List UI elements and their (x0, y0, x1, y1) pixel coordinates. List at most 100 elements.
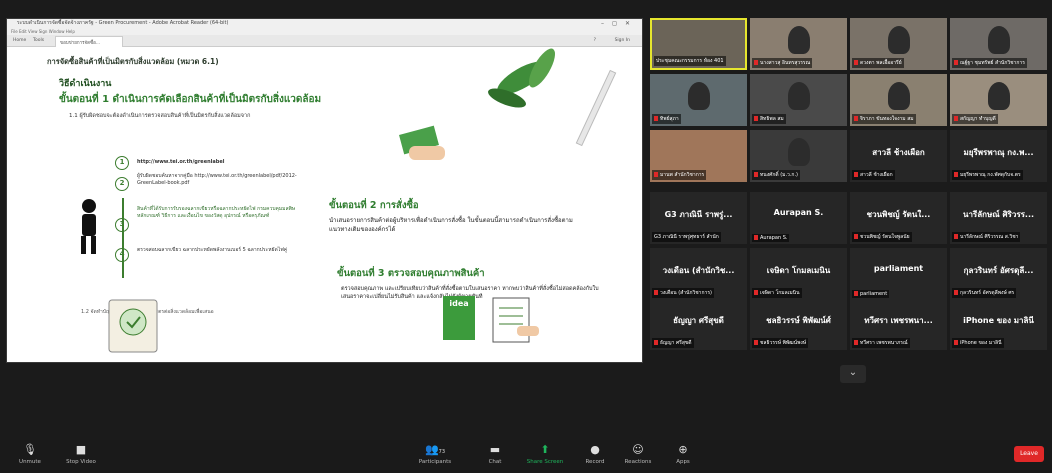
reader-title: ระบบดำเนินการจัดซื้อจัดจ้างภาครัฐ - Gree… (17, 20, 229, 26)
participant-name-text: มยุรีพรพาณุ กง.พัศดุกับจ.ตร (960, 172, 1021, 178)
participant-name: สิทธิพล สม (752, 114, 786, 124)
participant-name: จิราภา ขันทองใจงาม สม (852, 114, 916, 124)
participant-tile[interactable]: วงเดือน (สำนักวิช... วงเดือน (สำนักวิชาก… (650, 248, 747, 300)
item-number-2: 2 (115, 177, 129, 191)
participant-tile[interactable]: ชวนพิชญ์ รัตนใ... ชวนพิชญ์ รัตนใจพูลนัย (850, 192, 947, 244)
participant-name: มานพ สำนักวิชาการ (652, 170, 707, 180)
participant-name: กุลวรินทร์ อัศรดุลีพงษ์ ศร (952, 288, 1017, 298)
participant-tile[interactable]: ทนงศักดิ์ (ม.ว.ก.) (750, 130, 847, 182)
participant-name: ดวงตา พลเอื้ออารีย์ (852, 58, 904, 68)
participant-name: ทิพย์สุภา (652, 114, 681, 124)
thinking-person-icon (81, 199, 96, 254)
participant-name: มยุรีพรพาณุ กง.พัศดุกับจ.ตร (952, 170, 1023, 180)
participant-name: iPhone ของ มาลินี (952, 338, 1004, 348)
reactions-icon: ☺ (632, 443, 644, 456)
participant-display-name: ธัญญา ศรีสุขดี (673, 316, 724, 325)
chevron-down-icon[interactable]: ⌄ (840, 365, 866, 383)
participant-name-text: ทิพย์สุภา (660, 116, 679, 122)
apps-button[interactable]: ⊕ Apps (668, 443, 698, 465)
item-number-4: 4 (115, 248, 129, 262)
participant-tile[interactable]: ชลธิวรรษ์ พิพัฒน์ศ์ ชลธิวรรษ์ พิพัฒน์พงษ… (750, 298, 847, 350)
participant-display-name: ทวีศรา เพชรพนา... (864, 316, 933, 325)
participant-video-icon (788, 138, 810, 166)
item-text-3: สินค้าที่ได้รับการรับรองฉลากเขียวหรือฉลา… (137, 206, 296, 219)
participant-name-text: Aurapan S. (760, 235, 788, 241)
participant-name: นารีลักษณ์ ศิริวรรณ ส.วิชา (952, 232, 1021, 242)
item-text-4: ตรวจสอบฉลากเขียว ฉลากประหยัดพลังงานเบอร์… (137, 247, 288, 253)
mic-muted-icon (754, 290, 758, 295)
tab-home: Home (13, 38, 27, 43)
participants-count: 73 (438, 449, 446, 455)
participant-tile[interactable]: สาวลี ช้างเผือก สาวลี ช้างเผือก (850, 130, 947, 182)
participant-tile[interactable]: ทวีศรา เพชรพนา... ทวีศรา เพชรพนาภรณ์ (850, 298, 947, 350)
participant-tile[interactable]: สิทธิพล สม (750, 74, 847, 126)
participant-display-name: สาวลี ช้างเผือก (872, 148, 925, 157)
apps-label: Apps (676, 459, 690, 465)
participant-name: parliament (852, 290, 890, 298)
participant-tile[interactable]: ดวงตา พลเอื้ออารีย์ (850, 18, 947, 70)
participant-tile[interactable]: parliament parliament (850, 248, 947, 300)
mic-muted-icon (754, 116, 758, 121)
participant-tile[interactable]: เจษิดา โกมลเมนิน เจษิดา โกมลเมนิน (750, 248, 847, 300)
certificate-illustration-icon (108, 299, 158, 353)
record-button[interactable]: ● Record (580, 443, 610, 465)
participants-icon: 👥73 (424, 443, 446, 456)
participant-tile[interactable]: นารีลักษณ์ ศิริวรร... นารีลักษณ์ ศิริวรร… (950, 192, 1047, 244)
stop-video-label: Stop Video (66, 459, 96, 465)
mic-muted-icon (954, 290, 958, 295)
participant-name: สกัญญา ทำบุญดี (952, 114, 998, 124)
mic-muted-icon (654, 116, 658, 121)
tab-tools: Tools (33, 38, 45, 43)
reader-menu-bar: File Edit View Sign Window Help (7, 28, 642, 35)
participant-tile[interactable]: iPhone ของ มาลินี iPhone ของ มาลินี (950, 298, 1047, 350)
participant-name: นางสาวสุ อินทรสุวรรณ (752, 58, 813, 68)
participant-grid-last-row: ธัญญา ศรีสุขดี ธัญญา ศรีสุขดี ชลธิวรรษ์ … (650, 298, 1050, 358)
participant-display-name: G3 ภาณินี ราพรู่... (664, 210, 733, 219)
participant-name: ชลธิวรรษ์ พิพัฒน์พงษ์ (752, 338, 809, 348)
mic-muted-icon (854, 116, 858, 121)
participant-video-icon (788, 82, 810, 110)
participant-tile[interactable]: มานพ สำนักวิชาการ (650, 130, 747, 182)
participant-display-name: ชวนพิชญ์ รัตนใ... (866, 210, 931, 219)
participant-tile[interactable]: G3 ภาณินี ราพรู่... G3 ภาณินี ราพรู่ศุทธ… (650, 192, 747, 244)
participant-tile[interactable]: มยุรีพรพาณุ กง.พ... มยุรีพรพาณุ กง.พัศดุ… (950, 130, 1047, 182)
participant-tile[interactable]: ธัญญา ศรีสุขดี ธัญญา ศรีสุขดี (650, 298, 747, 350)
share-screen-button[interactable]: ⬆ Share Screen (522, 443, 568, 465)
mic-muted-icon (854, 172, 858, 177)
participant-display-name: Aurapan S. (773, 208, 824, 217)
participant-display-name: ชลธิวรรษ์ พิพัฒน์ศ์ (766, 316, 831, 325)
participant-name: วงเดือน (สำนักวิชาการ) (652, 288, 714, 298)
chat-button[interactable]: ▬ Chat (480, 443, 510, 465)
leave-button[interactable]: Leave (1014, 446, 1044, 462)
participant-display-name: parliament (873, 264, 924, 273)
participant-tile[interactable]: Aurapan S. Aurapan S. (750, 192, 847, 244)
participants-button[interactable]: 👥73 Participants (412, 443, 458, 465)
participant-tile[interactable]: นางสาวสุ อินทรสุวรรณ (750, 18, 847, 70)
item-text-2: ผู้รับผิดชอบค้นหาจากคู่มือ http://www.te… (137, 173, 297, 186)
participant-tile[interactable]: ณฐ์ฐา ชุมทรัพย์ สำนักวิชาการ (950, 18, 1047, 70)
participant-tile[interactable]: ประชุมคณะกรรมการ ห้อง 401 (650, 18, 747, 70)
mic-muted-icon (954, 60, 958, 65)
participant-tile[interactable]: กุลวรินทร์ อัศรดุลี... กุลวรินทร์ อัศรดุ… (950, 248, 1047, 300)
participant-name-text: ทนงศักดิ์ (ม.ว.ก.) (760, 172, 798, 178)
participant-tile[interactable]: จิราภา ขันทองใจงาม สม (850, 74, 947, 126)
step1-1-text: 1.1 ผู้รับผิดชอบจะต้องดำเนินการตรวจสอบสิ… (69, 113, 251, 119)
participant-tile[interactable]: สกัญญา ทำบุญดี (950, 74, 1047, 126)
item-number-3: 3 (115, 218, 129, 232)
unmute-button[interactable]: 🎙 Unmute (12, 443, 48, 465)
participant-name-text: นางสาวสุ อินทรสุวรรณ (760, 60, 811, 66)
mic-muted-icon (754, 340, 758, 345)
participant-name-text: ณฐ์ฐา ชุมทรัพย์ สำนักวิชาการ (960, 60, 1025, 66)
stop-video-button[interactable]: ■ Stop Video (60, 443, 102, 465)
participant-name-text: สิทธิพล สม (760, 116, 784, 122)
participant-display-name: เจษิดา โกมลเมนิน (766, 266, 831, 275)
mic-muted-icon (854, 60, 858, 65)
participants-label: Participants (418, 459, 452, 465)
item-connector-line (122, 198, 124, 278)
reactions-button[interactable]: ☺ Reactions (620, 443, 656, 465)
participant-name-text: กุลวรินทร์ อัศรดุลีพงษ์ ศร (960, 290, 1015, 296)
chat-icon: ▬ (489, 443, 501, 456)
participant-name-text: G3 ภาณินี ราพรู่ศุทธาร์ สำนัก (654, 234, 719, 240)
participant-tile[interactable]: ทิพย์สุภา (650, 74, 747, 126)
mic-muted-icon (654, 172, 658, 177)
